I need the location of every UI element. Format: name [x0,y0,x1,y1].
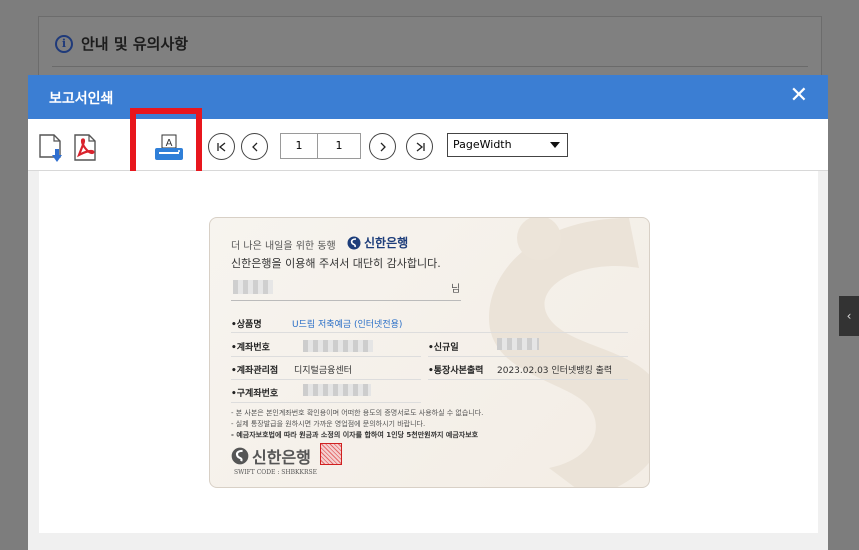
print-label: •통장사본출력 [428,366,484,376]
zoom-select[interactable]: PageWidth [447,133,568,157]
current-page-input[interactable]: 1 [280,133,318,159]
bank-logo-icon [347,236,361,249]
greeting-line1: 더 나은 내일을 위한 동행 [231,241,336,252]
last-page-icon [416,141,425,152]
note-line: - 본 사본은 본인계좌번호 확인용이며 어떠한 용도의 증명서로도 사용하실 … [231,409,484,417]
total-pages-field: 1 [317,133,361,159]
name-underline [231,300,461,301]
bank-brand: 신한은행 [347,234,408,251]
dialog-title: 보고서인쇄 [49,91,114,107]
prev-page-button[interactable] [241,133,268,160]
new-date-label: •신규일 [428,343,459,353]
pdf-icon[interactable] [72,133,100,167]
row-divider [231,379,421,380]
last-page-button[interactable] [406,133,433,160]
note-line: - 예금자보호법에 따라 원금과 소정의 이자를 합하여 1인당 5천만원까지 … [231,431,479,439]
report-page: 더 나은 내일을 위한 동행 신한은행 신한은행을 이용해 주셔서 대단히 감사… [39,171,818,533]
first-page-button[interactable] [208,133,235,160]
notice-title: 안내 및 유의사항 [81,35,189,53]
bank-logo-watermark [489,218,649,487]
product-label: •상품명 [231,320,262,330]
print-icon[interactable]: A [153,134,185,168]
report-print-dialog: 보고서인쇄 ✕ A 1 1 PageWidth 더 나은 내일을 위한 동행 신… [28,75,828,550]
account-label: •계좌번호 [231,343,270,353]
note-line: - 실제 통장발급을 원하시면 가까운 영업점에 문의하시기 바랍니다. [231,420,426,428]
notes: - 본 사본은 본인계좌번호 확인용이며 어떠한 용도의 증명서로도 사용하실 … [231,408,483,441]
passbook-copy: 더 나은 내일을 위한 동행 신한은행 신한은행을 이용해 주셔서 대단히 감사… [209,217,650,488]
next-page-button[interactable] [369,133,396,160]
row-divider [231,332,628,333]
bank-seal-stamp [320,443,342,465]
prev-page-icon [251,142,257,151]
branch-value: 디지털금융센터 [294,366,352,376]
greeting-line2: 신한은행을 이용해 주셔서 대단히 감사합니다. [231,257,441,270]
report-viewer: 더 나은 내일을 위한 동행 신한은행 신한은행을 이용해 주셔서 대단히 감사… [28,171,828,550]
account-number-redacted [303,340,373,352]
close-icon[interactable]: ✕ [790,85,808,107]
honorific: 님 [451,284,461,295]
bank-logo-icon [231,447,249,465]
new-date-redacted [497,338,539,350]
row-divider [428,379,628,380]
bank-name-footer: 신한은행 [252,448,311,467]
report-toolbar: A 1 1 PageWidth [28,108,828,189]
row-divider [231,402,421,403]
row-divider [231,356,421,357]
bank-name: 신한은행 [364,236,409,250]
swift-code: SWIFT CODE : SHBKKRSE [234,469,317,476]
next-page-icon [380,142,386,151]
product-value: U드림 저축예금 (인터넷전용) [292,320,403,330]
print-value: 2023.02.03 인터넷뱅킹 출력 [497,366,613,376]
chevron-down-icon [550,142,560,148]
side-collapse-tab[interactable]: ‹ [839,296,859,336]
info-icon: i [55,35,73,53]
branch-label: •계좌관리점 [231,366,279,376]
print-icon-letter: A [166,138,173,149]
bank-brand-footer: 신한은행 [231,444,311,468]
customer-name-redacted [233,280,273,294]
first-page-icon [216,141,225,152]
old-account-redacted [303,384,371,396]
save-download-icon[interactable] [38,133,66,167]
zoom-value: PageWidth [453,138,512,151]
divider [52,66,808,67]
row-divider [428,356,628,357]
old-account-label: •구계좌번호 [231,389,279,399]
notice-panel: i 안내 및 유의사항 [38,16,822,76]
